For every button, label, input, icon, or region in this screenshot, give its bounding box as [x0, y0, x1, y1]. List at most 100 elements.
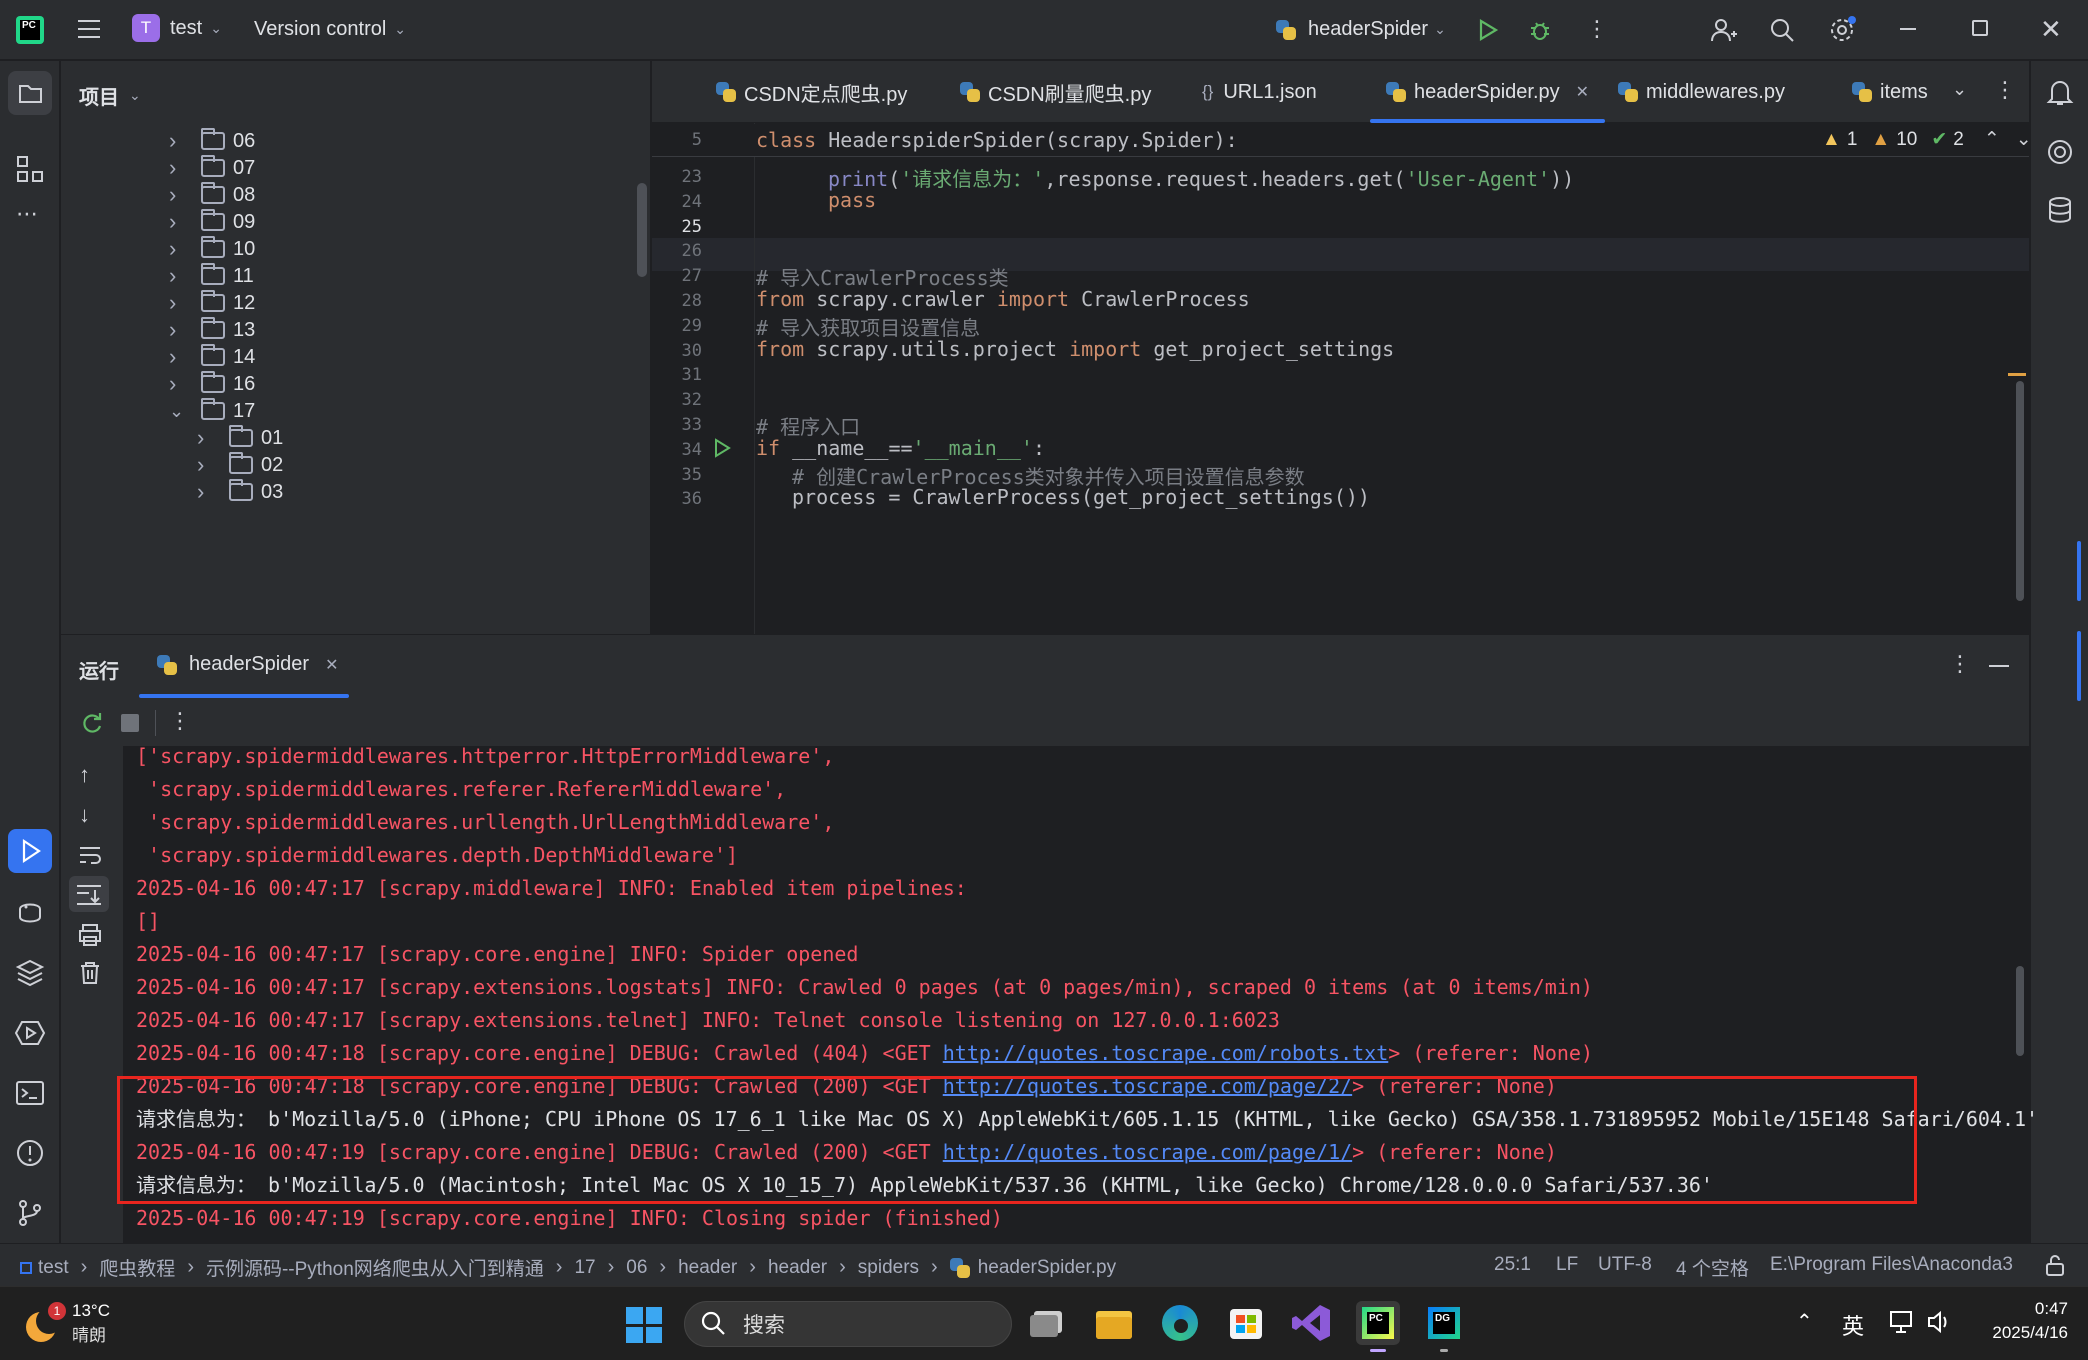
code-line[interactable]: from scrapy.utils.project import get_pro… — [756, 337, 1394, 361]
run-gutter-icon[interactable] — [712, 438, 732, 463]
cursor-position[interactable]: 25:1 — [1494, 1254, 1531, 1276]
editor-tab[interactable]: middlewares.py — [1618, 61, 1785, 123]
hide-panel-icon[interactable] — [1989, 665, 2009, 667]
terminal-icon[interactable] — [14, 1077, 46, 1114]
version-control-menu[interactable]: Version control ⌄ — [254, 18, 406, 41]
edge-browser-icon[interactable] — [1158, 1301, 1202, 1345]
code-line[interactable]: print('请求信息为：',response.request.headers.… — [828, 163, 1574, 192]
pycharm-logo-icon[interactable]: PC — [16, 16, 44, 44]
show-hidden-icons-chevron-icon[interactable]: ⌃ — [1796, 1309, 1813, 1334]
console-link[interactable]: http://quotes.toscrape.com/robots.txt — [943, 1041, 1389, 1065]
taskbar-search-box[interactable]: 搜索 — [684, 1301, 1012, 1347]
restore-icon[interactable] — [1972, 20, 1988, 36]
project-folder-icon[interactable] — [8, 71, 52, 115]
notifications-bell-icon[interactable] — [2045, 77, 2075, 112]
more-options-icon[interactable]: ⋮ — [169, 708, 191, 734]
editor-tab[interactable]: headerSpider.py ✕ — [1370, 61, 1606, 123]
project-panel-header[interactable]: 项目 ⌄ — [79, 81, 141, 110]
file-explorer-icon[interactable] — [1092, 1301, 1136, 1345]
minimize-icon[interactable] — [1900, 28, 1916, 30]
soft-wrap-icon[interactable] — [77, 842, 103, 873]
run-tool-icon[interactable] — [8, 829, 52, 873]
editor-tab[interactable]: items — [1852, 61, 1928, 123]
input-method-indicator[interactable]: 英 — [1842, 1309, 1864, 1341]
lock-icon[interactable] — [2044, 1254, 2066, 1282]
chevron-right-icon[interactable]: › — [197, 479, 215, 505]
scroll-indicator[interactable] — [2077, 631, 2081, 701]
more-actions-icon[interactable]: ⋮ — [1586, 16, 1608, 42]
python-packages-icon[interactable] — [14, 957, 46, 994]
clock[interactable]: 0:47 2025/4/16 — [1968, 1299, 2068, 1343]
file-encoding[interactable]: UTF-8 — [1598, 1254, 1652, 1276]
project-switcher[interactable]: T test ⌄ — [132, 14, 222, 42]
ai-assistant-icon[interactable] — [2045, 137, 2075, 172]
next-highlight-icon[interactable]: ⌄ — [2016, 128, 2032, 151]
start-windows-icon[interactable] — [626, 1307, 662, 1343]
tabs-more-icon[interactable]: ⋮ — [1994, 77, 2016, 103]
breadcrumb-item[interactable]: 17 — [574, 1257, 595, 1279]
previous-highlight-icon[interactable]: ⌃ — [1984, 128, 2000, 151]
sticky-header[interactable]: 5 class HeaderspiderSpider(scrapy.Spider… — [652, 124, 2032, 157]
scroll-down-arrow-icon[interactable]: ↓ — [79, 802, 90, 828]
breadcrumb-item[interactable]: 06 — [626, 1257, 647, 1279]
line-separator[interactable]: LF — [1556, 1254, 1578, 1276]
settings-gear-icon[interactable] — [1828, 16, 1856, 49]
run-button[interactable] — [1476, 18, 1500, 47]
tabs-overflow-chevron-icon[interactable]: ⌄ — [1952, 79, 1967, 100]
microsoft-store-icon[interactable] — [1224, 1301, 1268, 1345]
python-console-icon[interactable] — [14, 897, 46, 934]
more-tools-icon[interactable]: ⋯ — [16, 201, 38, 227]
add-user-icon[interactable] — [1710, 16, 1738, 49]
editor-tab[interactable]: {} URL1.json — [1202, 61, 1317, 123]
weather-widget[interactable]: 1 13°C 晴朗 — [24, 1301, 110, 1346]
run-config-selector[interactable]: headerSpider ⌄ — [1276, 18, 1446, 41]
structure-icon[interactable] — [14, 153, 46, 190]
code-line[interactable]: from scrapy.crawler import CrawlerProces… — [756, 287, 1250, 311]
services-icon[interactable] — [14, 1017, 46, 1054]
stop-icon[interactable] — [121, 714, 139, 732]
breadcrumb-item[interactable]: spiders — [858, 1257, 919, 1279]
network-icon[interactable] — [1888, 1309, 1916, 1340]
code-line[interactable]: process = CrawlerProcess(get_project_set… — [792, 485, 1370, 509]
dataspell-icon[interactable]: DG — [1422, 1301, 1466, 1352]
project-scrollbar[interactable] — [637, 183, 647, 277]
database-icon[interactable] — [2045, 195, 2075, 230]
scroll-up-arrow-icon[interactable]: ↑ — [79, 762, 90, 788]
run-tab-headerspider[interactable]: headerSpider ✕ — [157, 653, 339, 676]
scroll-to-end-icon[interactable] — [69, 876, 109, 912]
console-scrollbar[interactable] — [2016, 966, 2024, 1056]
code-line[interactable]: if __name__=='__main__': — [756, 436, 1045, 460]
run-panel-options-icon[interactable]: ⋮ — [1949, 651, 1971, 677]
breadcrumb-item[interactable]: test — [38, 1257, 69, 1279]
search-icon[interactable] — [1768, 16, 1796, 49]
close-tab-icon[interactable]: ✕ — [325, 655, 338, 675]
close-tab-icon[interactable]: ✕ — [1576, 82, 1589, 102]
git-branch-icon[interactable] — [14, 1197, 46, 1234]
tree-folder-item[interactable]: › 03 — [197, 474, 283, 510]
breadcrumb-item[interactable]: header — [768, 1257, 827, 1279]
rerun-icon[interactable] — [79, 710, 105, 741]
breadcrumb-item[interactable]: 爬虫教程 — [99, 1254, 175, 1281]
breadcrumb-item[interactable]: headerSpider.py — [978, 1257, 1116, 1279]
editor-scrollbar[interactable] — [2016, 381, 2024, 601]
print-icon[interactable] — [77, 922, 103, 953]
indent-setting[interactable]: 4 个空格 — [1676, 1254, 1749, 1281]
scroll-indicator[interactable] — [2077, 541, 2081, 601]
trash-icon[interactable] — [77, 960, 103, 991]
breadcrumb-item[interactable]: header — [678, 1257, 737, 1279]
close-icon[interactable]: ✕ — [2040, 14, 2062, 45]
editor-tab[interactable]: CSDN定点爬虫.py — [716, 61, 907, 123]
volume-icon[interactable] — [1926, 1309, 1954, 1340]
python-interpreter[interactable]: E:\Program Files\Anaconda3 — [1770, 1254, 2013, 1276]
pycharm-taskbar-icon[interactable]: PC — [1356, 1301, 1400, 1352]
breadcrumb-item[interactable]: 示例源码--Python网络爬虫从入门到精通 — [206, 1254, 544, 1281]
debug-button[interactable] — [1528, 18, 1552, 47]
inspection-widget[interactable]: ▲ 1 ▲ 10 ✔ 2 ⌃ ⌄ — [1822, 128, 2032, 151]
chevron-down-icon[interactable]: ⌄ — [169, 401, 187, 422]
code-line[interactable]: pass — [828, 188, 876, 212]
editor-tab[interactable]: CSDN刷量爬虫.py — [960, 61, 1151, 123]
problems-icon[interactable] — [14, 1137, 46, 1174]
visual-studio-icon[interactable] — [1290, 1301, 1334, 1345]
task-view-icon[interactable] — [1026, 1301, 1070, 1345]
main-menu-icon[interactable] — [76, 18, 102, 45]
